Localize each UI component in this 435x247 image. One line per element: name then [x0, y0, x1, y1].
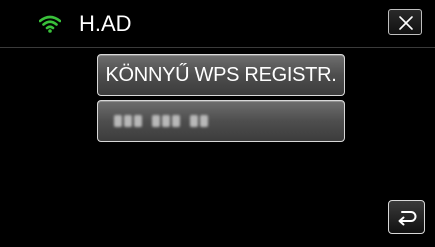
header-bar: H.AD — [0, 0, 435, 48]
close-button[interactable] — [388, 9, 422, 35]
wps-pin-button[interactable] — [97, 100, 345, 142]
blurred-pin-code — [114, 115, 208, 129]
close-icon — [399, 16, 413, 30]
back-button[interactable] — [388, 200, 425, 234]
return-icon — [398, 211, 417, 226]
wifi-icon — [39, 15, 61, 33]
page-title: H.AD — [79, 11, 132, 36]
wps-settings-screen: H.AD KÖNNYŰ WPS REGISTR. — [0, 0, 435, 247]
easy-wps-registration-button[interactable]: KÖNNYŰ WPS REGISTR. — [97, 54, 345, 96]
